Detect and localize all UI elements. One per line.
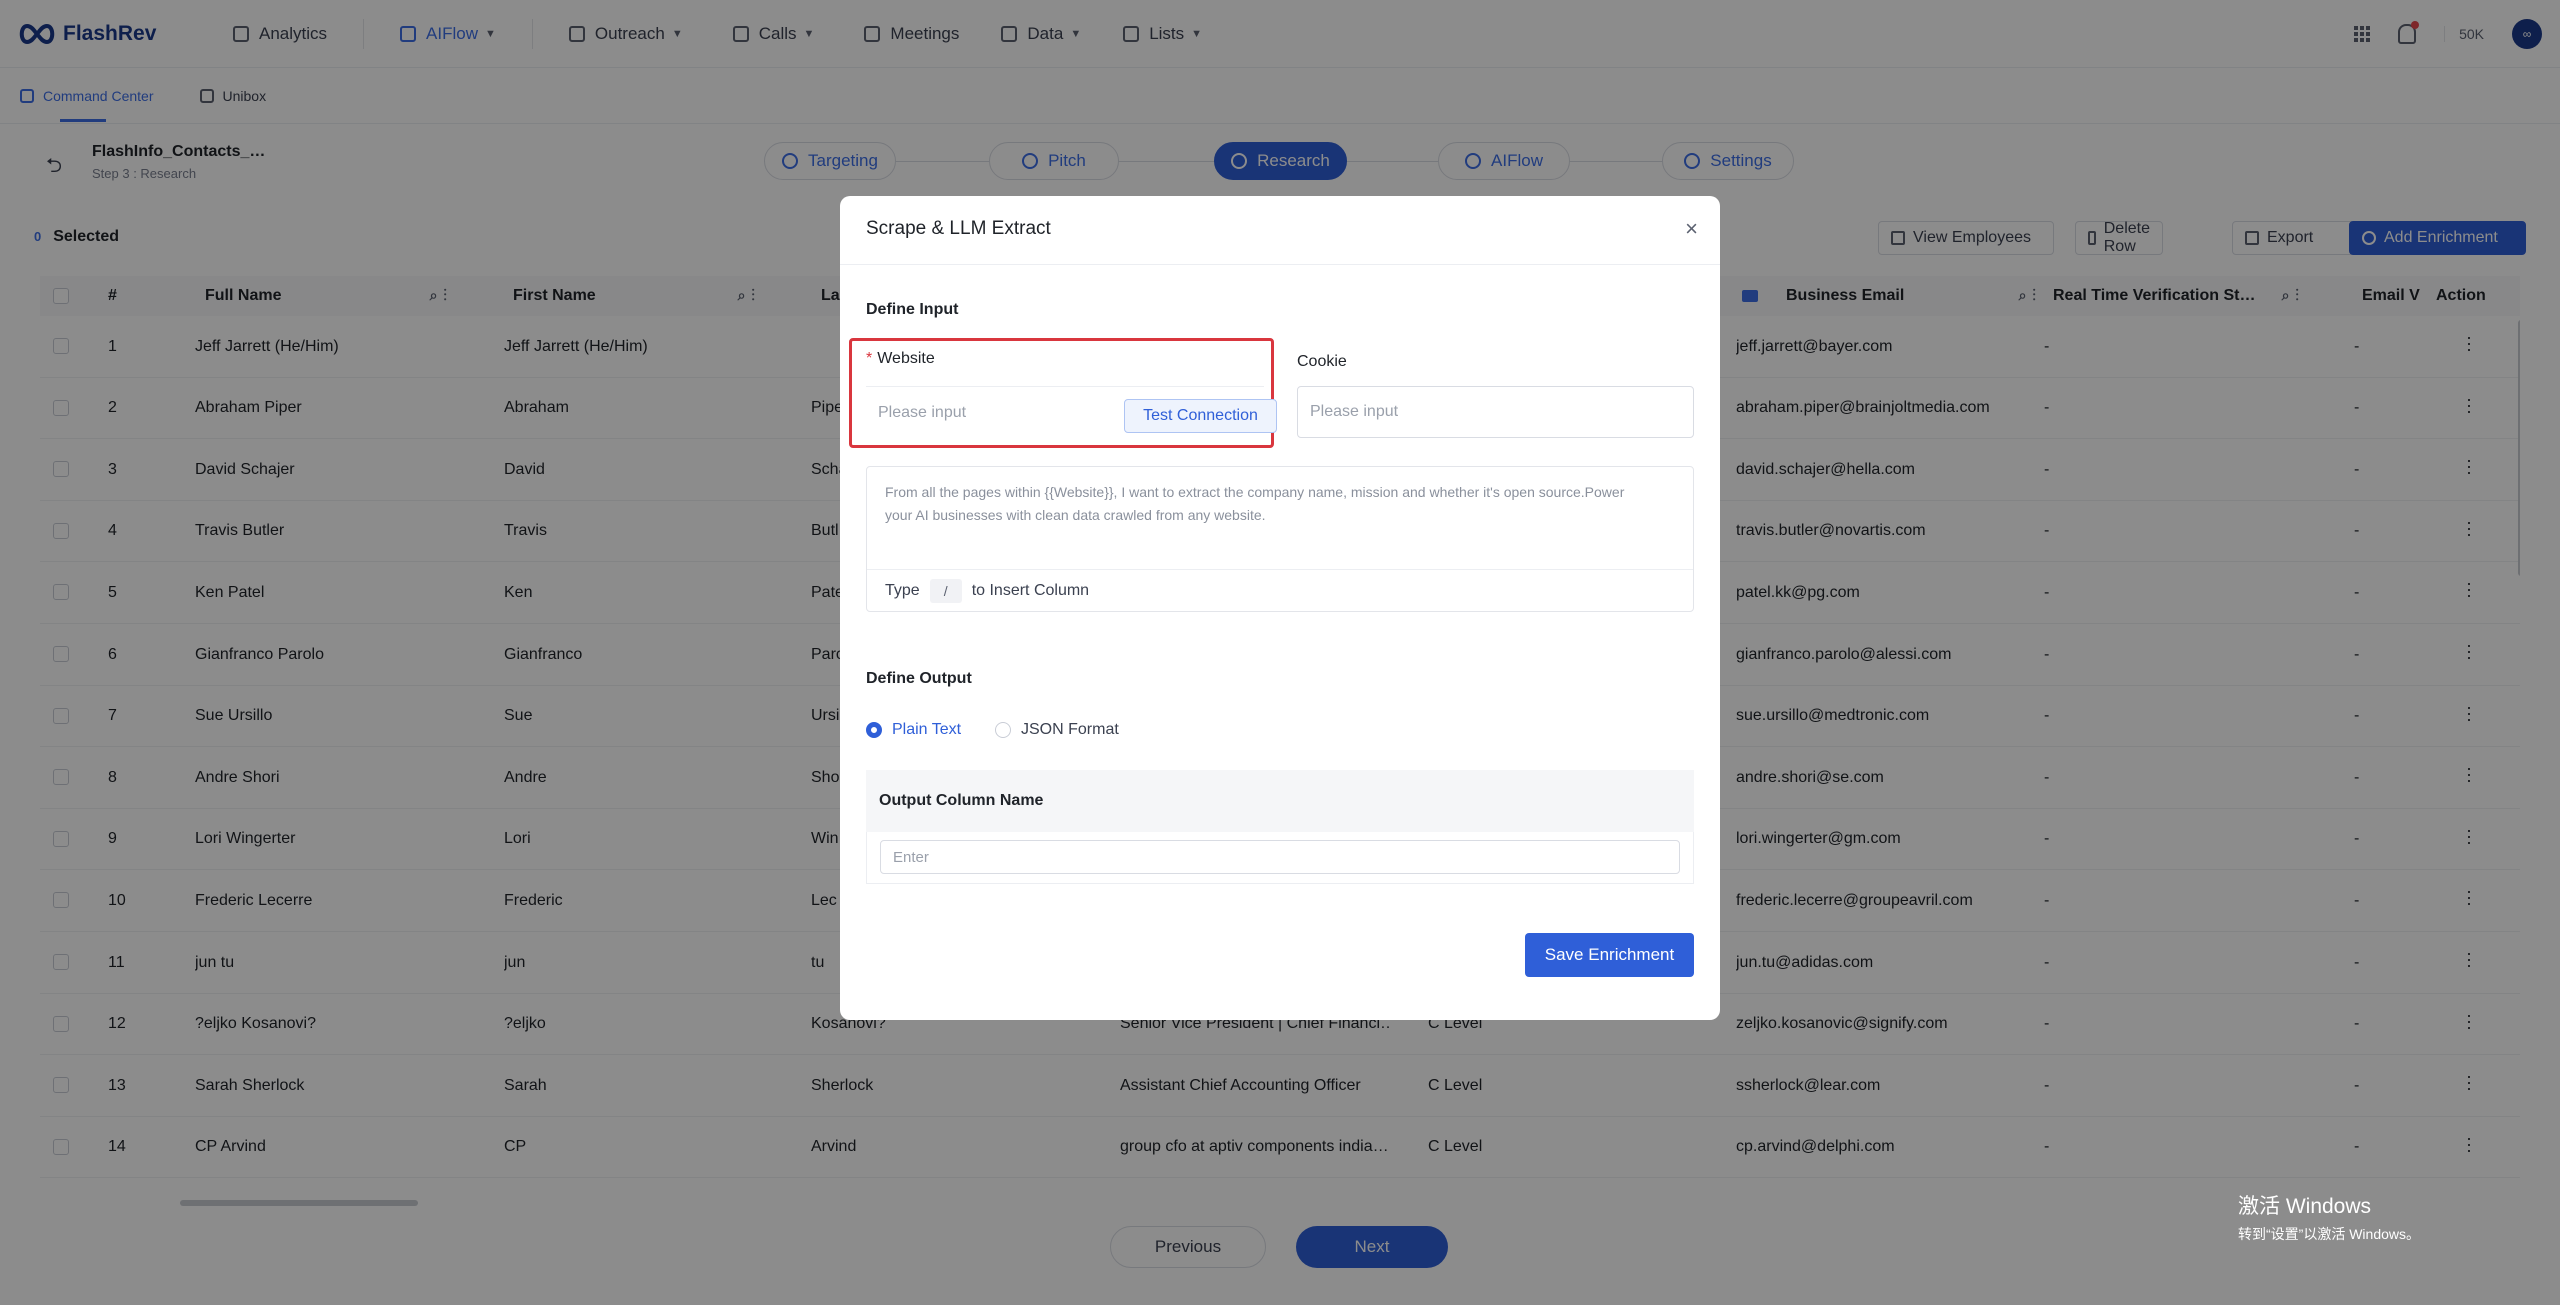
watermark-line1: 激活 Windows xyxy=(2238,1195,2372,1218)
watermark-line2: 转到“设置”以激活 Windows。 xyxy=(2238,1226,2421,1242)
website-input[interactable]: Please input Test Connection xyxy=(866,386,1277,438)
save-enrichment-button[interactable]: Save Enrichment xyxy=(1525,933,1694,977)
define-output-heading: Define Output xyxy=(866,670,972,687)
insert-hint-suffix: to Insert Column xyxy=(971,581,1090,599)
output-column-row: Enter xyxy=(866,832,1694,884)
plain-text-radio[interactable]: Plain Text xyxy=(866,721,961,739)
cookie-input[interactable]: Please input xyxy=(1297,386,1694,438)
dialog-title: Scrape & LLM Extract xyxy=(866,218,1051,239)
website-label-text: Website xyxy=(877,350,935,367)
json-format-label: JSON Format xyxy=(1021,721,1119,738)
website-label: * Website xyxy=(866,350,935,368)
json-format-radio[interactable]: JSON Format xyxy=(995,721,1119,739)
windows-activation-watermark: 激活 Windows 转到“设置”以激活 Windows。 xyxy=(2238,1190,2420,1244)
test-connection-button[interactable]: Test Connection xyxy=(1124,399,1277,433)
insert-column-hint: Type / to Insert Column xyxy=(867,569,1693,611)
radio-checked-icon xyxy=(866,722,882,738)
required-mark: * xyxy=(866,350,873,367)
plain-text-label: Plain Text xyxy=(892,721,962,738)
website-placeholder: Please input xyxy=(878,403,967,421)
output-column-header: Output Column Name xyxy=(866,770,1694,832)
cookie-placeholder: Please input xyxy=(1310,403,1399,420)
prompt-textarea[interactable]: From all the pages within {{Website}}, I… xyxy=(866,466,1694,612)
prompt-placeholder: From all the pages within {{Website}}, I… xyxy=(885,484,1625,523)
dialog-divider xyxy=(840,264,1720,265)
close-icon[interactable]: × xyxy=(1685,216,1698,242)
output-placeholder: Enter xyxy=(893,848,929,866)
insert-hint-prefix: Type xyxy=(885,581,920,599)
scrape-llm-extract-dialog: Scrape & LLM Extract × Define Input * Web… xyxy=(840,196,1720,1020)
output-column-input[interactable]: Enter xyxy=(880,840,1680,874)
slash-key: / xyxy=(929,578,962,603)
radio-unchecked-icon xyxy=(995,722,1011,738)
define-input-heading: Define Input xyxy=(866,301,959,318)
cookie-label: Cookie xyxy=(1297,353,1347,370)
